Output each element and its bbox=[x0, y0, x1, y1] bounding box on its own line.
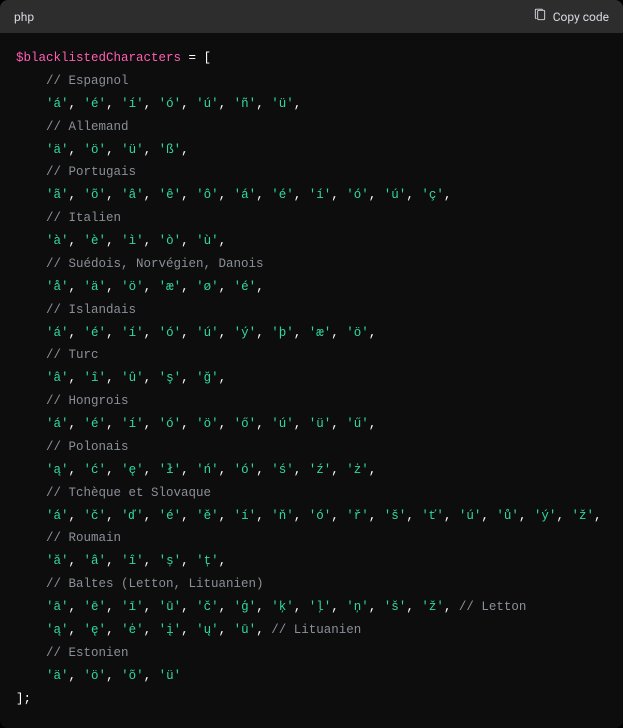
language-badge: php bbox=[14, 10, 34, 24]
copy-label: Copy code bbox=[553, 10, 609, 24]
code-block: php Copy code $blacklistedCharacters = [… bbox=[0, 0, 623, 728]
clipboard-icon bbox=[533, 8, 547, 25]
code-header: php Copy code bbox=[0, 0, 623, 33]
code-content: $blacklistedCharacters = [ // Espagnol '… bbox=[0, 33, 623, 728]
copy-code-button[interactable]: Copy code bbox=[533, 8, 609, 25]
